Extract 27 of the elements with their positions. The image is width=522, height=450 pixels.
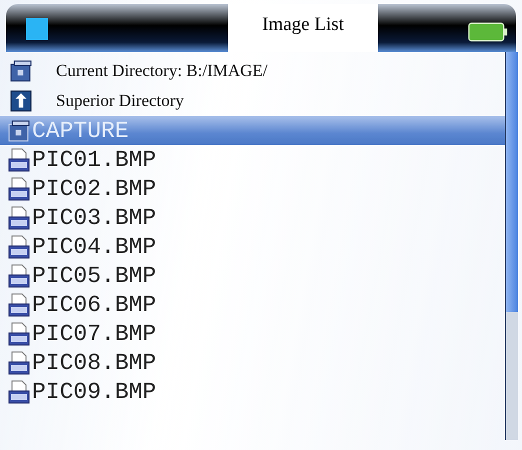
file-list-item[interactable]: PIC06.BMP (0, 290, 505, 319)
file-list-item[interactable]: PIC02.BMP (0, 174, 505, 203)
file-list-item[interactable]: PIC07.BMP (0, 319, 505, 348)
info-text: Superior Directory (56, 91, 184, 111)
image-file-icon (8, 176, 30, 200)
image-file-icon (8, 350, 30, 374)
file-list-item[interactable]: PIC01.BMP (0, 145, 505, 174)
info-text: Current Directory: B:/IMAGE/ (56, 61, 268, 81)
file-list-item[interactable]: PIC09.BMP (0, 377, 505, 406)
image-file-icon (8, 206, 30, 230)
square-icon (26, 18, 48, 40)
image-file-icon (8, 292, 30, 316)
image-file-icon (8, 380, 30, 404)
image-file-icon (8, 234, 30, 258)
image-file-icon (8, 148, 30, 172)
battery-icon (468, 20, 508, 44)
folder-icon (10, 59, 32, 83)
file-list-item[interactable]: PIC03.BMP (0, 203, 505, 232)
file-list-item[interactable]: PIC04.BMP (0, 232, 505, 261)
image-file-icon (8, 322, 30, 346)
file-list-item[interactable]: PIC08.BMP (0, 348, 505, 377)
image-file-icon (8, 264, 30, 288)
scrollbar[interactable] (505, 52, 518, 440)
scrollbar-thumb[interactable] (506, 52, 518, 312)
folder-icon (8, 118, 30, 142)
window-title: Image List (228, 4, 378, 52)
file-list-item[interactable]: PIC05.BMP (0, 261, 505, 290)
